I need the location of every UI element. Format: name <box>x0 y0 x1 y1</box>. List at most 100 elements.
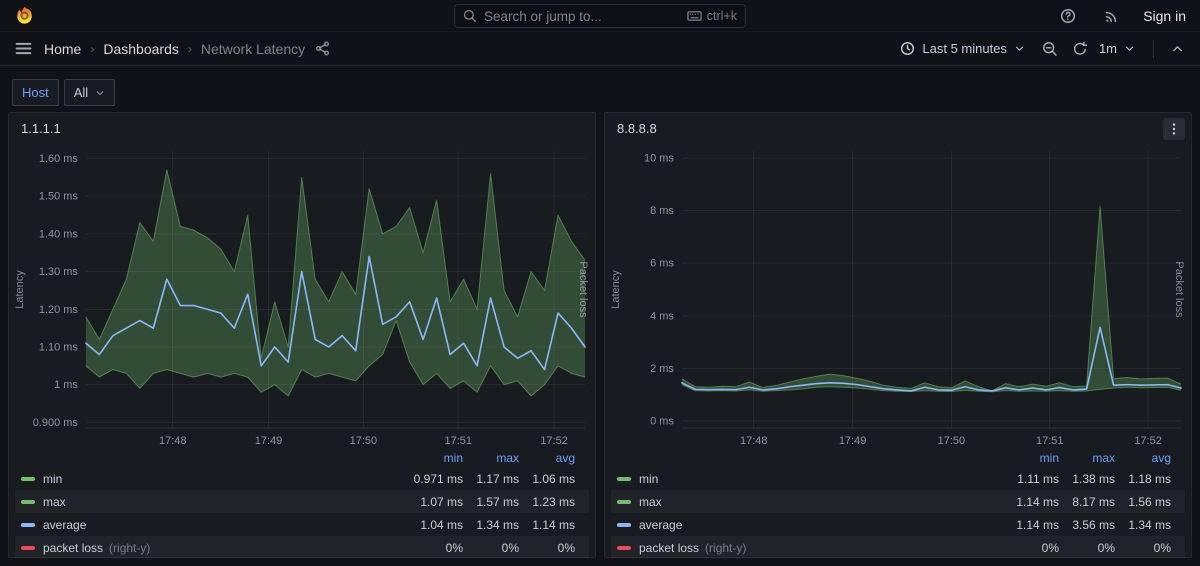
legend-series-label[interactable]: packet loss <box>43 541 103 555</box>
zoom-out-icon[interactable] <box>1037 36 1063 62</box>
legend-stat-value: 1.38 ms <box>1059 472 1115 486</box>
legend-row: average 1.14 ms3.56 ms1.34 ms <box>611 513 1185 536</box>
left-axis-label: Latency <box>610 270 622 309</box>
menu-icon[interactable] <box>10 36 36 62</box>
legend-stat-value: 1.07 ms <box>397 495 463 509</box>
legend-row: min 1.11 ms1.38 ms1.18 ms <box>611 467 1185 490</box>
svg-text:17:48: 17:48 <box>159 435 186 447</box>
chevron-down-icon <box>1124 43 1135 54</box>
legend-series-label[interactable]: packet loss <box>639 541 699 555</box>
svg-text:2 ms: 2 ms <box>650 363 674 375</box>
panel-legend: minmaxavgmin0.971 ms1.17 ms1.06 msmax1.0… <box>15 449 589 559</box>
legend-stat-value: 0% <box>993 541 1059 555</box>
breadcrumb-current-dashboard: Network Latency <box>201 41 305 57</box>
legend-row: packet loss(right-y)0%0%0% <box>15 536 589 559</box>
chevron-up-icon[interactable] <box>1164 36 1190 62</box>
dashboard-panel: 8.8.8.8 10 ms8 ms6 ms4 ms2 ms0 ms17:4817… <box>604 112 1192 558</box>
series-color-swatch <box>617 523 631 527</box>
svg-text:17:52: 17:52 <box>540 435 567 447</box>
legend-stat-value: 1.14 ms <box>993 495 1059 509</box>
svg-text:17:50: 17:50 <box>350 435 377 447</box>
series-color-swatch <box>21 500 35 504</box>
panel-title[interactable]: 8.8.8.8 <box>617 121 657 136</box>
help-icon[interactable] <box>1055 3 1081 29</box>
legend-column-max[interactable]: max <box>1059 451 1115 465</box>
clock-icon <box>900 41 915 56</box>
legend-stat-value: 1.34 ms <box>1115 518 1171 532</box>
legend-header: minmaxavg <box>15 449 589 467</box>
refresh-interval-dropdown[interactable]: 1m <box>1097 35 1143 63</box>
legend-column-min[interactable]: min <box>397 451 463 465</box>
legend-stat-value: 1.14 ms <box>993 518 1059 532</box>
keyboard-icon <box>687 10 702 22</box>
svg-text:17:49: 17:49 <box>839 435 866 447</box>
chevron-down-icon <box>95 88 105 98</box>
legend-stat-value: 1.11 ms <box>993 472 1059 486</box>
breadcrumb-separator: › <box>90 42 94 56</box>
legend-stat-value: 1.04 ms <box>397 518 463 532</box>
legend-stat-value: 1.06 ms <box>519 472 575 486</box>
legend-series-label[interactable]: max <box>639 495 662 509</box>
svg-text:17:52: 17:52 <box>1134 435 1161 447</box>
legend-stat-value: 3.56 ms <box>1059 518 1115 532</box>
legend-stat-value: 0% <box>1059 541 1115 555</box>
legend-series-label[interactable]: min <box>43 472 62 486</box>
svg-text:17:51: 17:51 <box>1036 435 1063 447</box>
svg-text:17:50: 17:50 <box>938 435 965 447</box>
breadcrumb-home[interactable]: Home <box>44 41 81 57</box>
dashboard-toolbar: Home › Dashboards › Network Latency Last… <box>0 32 1200 66</box>
breadcrumb-separator: › <box>188 42 192 56</box>
legend-stat-value: 0% <box>397 541 463 555</box>
series-color-swatch <box>21 546 35 550</box>
toolbar-divider <box>1153 40 1154 58</box>
right-axis-label: Packet loss <box>577 261 589 318</box>
svg-text:6 ms: 6 ms <box>650 258 674 270</box>
legend-stat-value: 1.14 ms <box>519 518 575 532</box>
svg-text:1.30 ms: 1.30 ms <box>39 266 79 278</box>
dashboard-grid: 1.1.1.1 1.60 ms1.50 ms1.40 ms1.30 ms1.20… <box>0 106 1200 558</box>
legend-series-label[interactable]: average <box>43 518 86 532</box>
legend-series-label[interactable]: min <box>639 472 658 486</box>
svg-text:1 ms: 1 ms <box>54 379 78 391</box>
legend-row: average 1.04 ms1.34 ms1.14 ms <box>15 513 589 536</box>
grafana-logo[interactable] <box>14 5 35 26</box>
legend-row: min 0.971 ms1.17 ms1.06 ms <box>15 467 589 490</box>
legend-stat-value: 1.23 ms <box>519 495 575 509</box>
legend-column-avg[interactable]: avg <box>1115 451 1171 465</box>
variables-bar: Host All <box>0 66 1200 106</box>
panel-menu-icon[interactable] <box>1163 118 1185 140</box>
refresh-icon[interactable] <box>1067 36 1093 62</box>
legend-series-label[interactable]: max <box>43 495 66 509</box>
global-search[interactable]: ctrl+k <box>454 4 746 28</box>
legend-column-avg[interactable]: avg <box>519 451 575 465</box>
timeseries-chart[interactable]: 10 ms8 ms6 ms4 ms2 ms0 ms17:4817:4917:50… <box>605 143 1191 449</box>
timeseries-chart[interactable]: 1.60 ms1.50 ms1.40 ms1.30 ms1.20 ms1.10 … <box>9 143 595 449</box>
panel-title[interactable]: 1.1.1.1 <box>21 121 61 136</box>
breadcrumb-dashboards[interactable]: Dashboards <box>103 41 179 57</box>
sign-in-button[interactable]: Sign in <box>1143 8 1186 24</box>
time-range-picker[interactable]: Last 5 minutes <box>892 35 1033 63</box>
legend-stat-value: 1.17 ms <box>463 472 519 486</box>
legend-column-min[interactable]: min <box>993 451 1059 465</box>
variable-label-host[interactable]: Host <box>12 79 59 106</box>
svg-text:1.20 ms: 1.20 ms <box>39 304 79 316</box>
legend-series-label[interactable]: average <box>639 518 682 532</box>
legend-stat-value: 1.57 ms <box>463 495 519 509</box>
left-axis-label: Latency <box>14 270 26 309</box>
svg-text:17:49: 17:49 <box>255 435 282 447</box>
series-color-swatch <box>617 477 631 481</box>
variable-value-dropdown[interactable]: All <box>64 79 115 106</box>
panel-legend: minmaxavgmin1.11 ms1.38 ms1.18 msmax1.14… <box>611 449 1185 559</box>
share-icon[interactable] <box>309 36 335 62</box>
legend-stat-value: 1.34 ms <box>463 518 519 532</box>
legend-stat-value: 0.971 ms <box>397 472 463 486</box>
rss-icon[interactable] <box>1099 3 1125 29</box>
series-color-swatch <box>617 500 631 504</box>
svg-text:8 ms: 8 ms <box>650 205 674 217</box>
right-axis-label: Packet loss <box>1173 261 1185 318</box>
svg-text:0 ms: 0 ms <box>650 415 674 427</box>
legend-stat-value: 1.18 ms <box>1115 472 1171 486</box>
svg-text:10 ms: 10 ms <box>644 153 674 165</box>
legend-column-max[interactable]: max <box>463 451 519 465</box>
search-input[interactable] <box>484 9 680 24</box>
